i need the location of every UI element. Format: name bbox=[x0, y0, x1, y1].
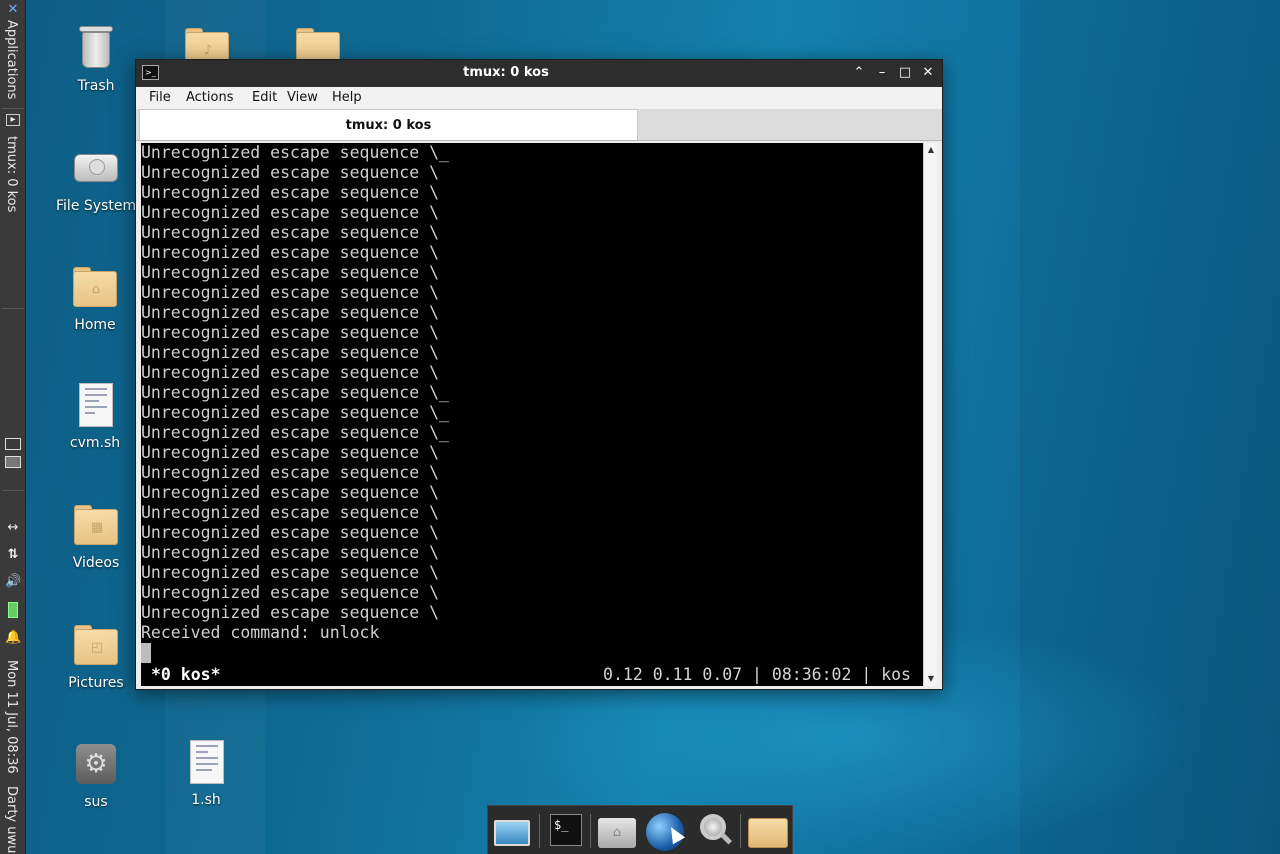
terminal-line: Unrecognized escape sequence \ bbox=[141, 543, 440, 562]
menu-help[interactable]: Help bbox=[332, 90, 362, 105]
script-file-icon bbox=[182, 738, 230, 786]
shade-icon[interactable]: ⌃ bbox=[850, 64, 868, 82]
tmux-status-right: 0.12 0.11 0.07 | 08:36:02 | kos bbox=[603, 665, 911, 684]
desktop-icon-home[interactable]: ⌂ Home bbox=[55, 263, 135, 333]
terminal-line: Unrecognized escape sequence \_ bbox=[141, 423, 449, 442]
terminal-line: Unrecognized escape sequence \ bbox=[141, 363, 440, 382]
terminal-line: Unrecognized escape sequence \ bbox=[141, 563, 440, 582]
menubar: File Actions Edit View Help bbox=[136, 87, 942, 109]
desktop-icon-label: cvm.sh bbox=[69, 435, 121, 451]
workspace-2-icon[interactable] bbox=[5, 456, 21, 468]
terminal-line: Unrecognized escape sequence \ bbox=[141, 303, 440, 322]
desktop-icon-cvm-sh[interactable]: cvm.sh bbox=[55, 381, 135, 451]
hard-drive-icon bbox=[72, 144, 120, 192]
task-tmux[interactable]: tmux: 0 kos bbox=[4, 136, 19, 212]
terminal-line: Unrecognized escape sequence \ bbox=[141, 483, 440, 502]
window-titlebar[interactable]: >_ tmux: 0 kos ⌃ – □ ✕ bbox=[136, 60, 942, 87]
workspace-1-icon[interactable] bbox=[5, 438, 21, 450]
desktop-icon-label: sus bbox=[84, 794, 108, 810]
videos-folder-icon: ▦ bbox=[72, 501, 120, 549]
battery-icon[interactable] bbox=[8, 602, 18, 618]
desktop-icon-label: Trash bbox=[77, 78, 115, 94]
menu-actions[interactable]: Actions bbox=[186, 90, 234, 105]
tmux-status-bar: *0 kos* 0.12 0.11 0.07 | 08:36:02 | kos bbox=[141, 663, 923, 686]
xfce-menu-icon[interactable]: ✕ bbox=[5, 2, 21, 18]
terminal-line: Unrecognized escape sequence \ bbox=[141, 463, 440, 482]
applications-menu[interactable]: Applications bbox=[4, 20, 19, 99]
desktop-icon-label: Home bbox=[74, 317, 116, 333]
terminal-window: >_ tmux: 0 kos ⌃ – □ ✕ File Actions Edit… bbox=[135, 59, 943, 690]
desktop-icon-label: Videos bbox=[72, 555, 120, 571]
home-folder-icon[interactable]: ⌂ bbox=[596, 812, 636, 850]
close-icon[interactable]: ✕ bbox=[919, 64, 937, 82]
clock[interactable]: Mon 11 Jul, 08:36 bbox=[4, 660, 19, 774]
desktop-icon-file-system[interactable]: File System bbox=[56, 144, 136, 214]
maximize-icon[interactable]: □ bbox=[896, 64, 914, 82]
volume-icon[interactable]: 🔊 bbox=[5, 574, 21, 590]
desktop-icon-1-sh[interactable]: 1.sh bbox=[166, 738, 246, 808]
terminal-line: Unrecognized escape sequence \_ bbox=[141, 383, 449, 402]
terminal-line: Unrecognized escape sequence \ bbox=[141, 183, 440, 202]
dock: $_ ⌂ bbox=[487, 805, 793, 854]
menu-file[interactable]: File bbox=[149, 90, 171, 105]
side-panel: ✕ Applications ▸ tmux: 0 kos ↔ ⇅ 🔊 🔔 Mon… bbox=[0, 0, 26, 854]
home-folder-icon: ⌂ bbox=[71, 263, 119, 311]
window-title: tmux: 0 kos bbox=[463, 65, 549, 80]
terminal-line: Received command: unlock bbox=[141, 623, 380, 642]
menu-edit[interactable]: Edit bbox=[252, 90, 277, 105]
terminal-scrollbar[interactable]: ▲ ▼ bbox=[923, 143, 937, 686]
terminal-line: Unrecognized escape sequence \ bbox=[141, 243, 440, 262]
terminal-line: Unrecognized escape sequence \ bbox=[141, 603, 440, 622]
terminal-cursor bbox=[141, 643, 151, 663]
terminal-line: Unrecognized escape sequence \ bbox=[141, 283, 440, 302]
minimize-icon[interactable]: – bbox=[873, 64, 891, 82]
user-label[interactable]: Darty uwu bbox=[4, 786, 19, 853]
desktop-icon-label: Pictures bbox=[68, 675, 124, 691]
terminal-line: Unrecognized escape sequence \ bbox=[141, 443, 440, 462]
terminal-line: Unrecognized escape sequence \ bbox=[141, 523, 440, 542]
show-desktop-icon[interactable] bbox=[492, 812, 532, 850]
scroll-down-icon[interactable]: ▼ bbox=[925, 673, 937, 685]
settings-gear-icon: ⚙ bbox=[72, 740, 120, 788]
desktop-icon-trash[interactable]: Trash bbox=[56, 24, 136, 94]
scroll-up-icon[interactable]: ▲ bbox=[925, 144, 937, 156]
terminal-icon[interactable]: $_ bbox=[546, 812, 586, 850]
tab-bar: tmux: 0 kos bbox=[136, 109, 942, 141]
tab-tmux[interactable]: tmux: 0 kos bbox=[139, 109, 638, 140]
folder-icon[interactable] bbox=[746, 812, 788, 850]
terminal-line: Unrecognized escape sequence \_ bbox=[141, 403, 449, 422]
terminal-line: Unrecognized escape sequence \ bbox=[141, 503, 440, 522]
trash-icon bbox=[72, 24, 120, 72]
terminal-line: Unrecognized escape sequence \ bbox=[141, 583, 440, 602]
desktop-icon-videos[interactable]: ▦ Videos bbox=[56, 501, 136, 571]
pictures-folder-icon: ◰ bbox=[72, 621, 120, 669]
transfer-icon[interactable]: ⇅ bbox=[5, 547, 21, 563]
network-icon[interactable]: ↔ bbox=[5, 520, 21, 536]
notification-bell-icon[interactable]: 🔔 bbox=[5, 630, 21, 646]
terminal-glyph: $_ bbox=[550, 814, 582, 846]
desktop-icon-pictures[interactable]: ◰ Pictures bbox=[56, 621, 136, 691]
terminal-line: Unrecognized escape sequence \ bbox=[141, 343, 440, 362]
desktop-icon-sus[interactable]: ⚙ sus bbox=[56, 740, 136, 810]
terminal-output[interactable]: Unrecognized escape sequence \_ Unrecogni… bbox=[141, 143, 923, 686]
terminal-task-icon: ▸ bbox=[6, 114, 20, 126]
search-icon[interactable] bbox=[694, 812, 734, 850]
terminal-line: Unrecognized escape sequence \ bbox=[141, 163, 440, 182]
menu-view[interactable]: View bbox=[287, 90, 318, 105]
terminal-lines: Unrecognized escape sequence \_ Unrecogni… bbox=[141, 143, 923, 643]
terminal-line: Unrecognized escape sequence \ bbox=[141, 263, 440, 282]
script-file-icon bbox=[71, 381, 119, 429]
terminal-line: Unrecognized escape sequence \ bbox=[141, 323, 440, 342]
tmux-window-list[interactable]: *0 kos* bbox=[151, 663, 221, 686]
desktop-icon-label: 1.sh bbox=[191, 792, 221, 808]
desktop-icon-label: File System bbox=[56, 198, 137, 214]
terminal-line: Unrecognized escape sequence \ bbox=[141, 223, 440, 242]
terminal-line: Unrecognized escape sequence \ bbox=[141, 203, 440, 222]
terminal-line: Unrecognized escape sequence \_ bbox=[141, 143, 449, 162]
